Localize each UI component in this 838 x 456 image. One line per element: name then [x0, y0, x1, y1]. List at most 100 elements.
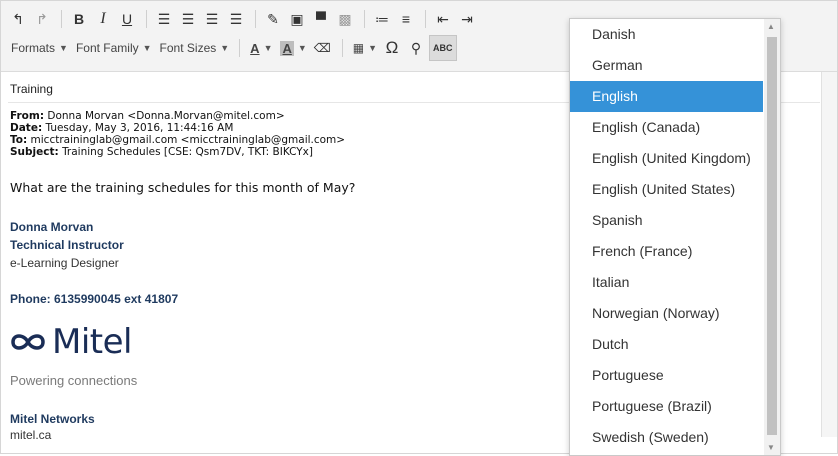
language-option[interactable]: Italian — [570, 267, 763, 298]
font-sizes-label: Font Sizes — [159, 41, 217, 55]
bold-button[interactable]: B — [68, 6, 90, 32]
redo-button[interactable]: ↱ — [31, 6, 53, 32]
eraser-icon: ⌫ — [313, 41, 331, 55]
clear-formatting-button[interactable]: ⌫ — [311, 35, 334, 61]
align-left-button[interactable]: ☰ — [153, 6, 175, 32]
table-icon: ▦ — [352, 41, 365, 55]
spellcheck-button[interactable]: ABC — [429, 35, 457, 61]
language-option[interactable]: Portuguese (Brazil) — [570, 391, 763, 422]
formats-dropdown[interactable]: Formats ▼ — [7, 36, 72, 60]
font-sizes-dropdown[interactable]: Font Sizes ▼ — [156, 36, 234, 60]
undo-button[interactable]: ↰ — [7, 6, 29, 32]
align-right-button[interactable]: ☰ — [201, 6, 223, 32]
language-list: Danish German English English (Canada) Engli… — [570, 19, 763, 455]
chevron-down-icon: ▼ — [220, 43, 230, 53]
subject-value: Training Schedules [CSE: Qsm7DV, TKT: BI… — [62, 146, 313, 158]
omega-icon: Ω — [385, 38, 399, 57]
signature-website: mitel.ca — [10, 428, 52, 442]
toolbar-separator — [364, 10, 365, 28]
language-menu-scrollbar[interactable]: ▲ ▼ — [764, 19, 780, 455]
underline-button[interactable]: U — [116, 6, 138, 32]
mitel-logo: Mitel — [10, 322, 132, 362]
bullet-list-icon: ≔ — [375, 10, 389, 27]
from-label: From: — [10, 110, 45, 122]
language-option[interactable]: Danish — [570, 19, 763, 50]
content-scrollbar[interactable] — [821, 72, 837, 437]
align-right-icon: ☰ — [205, 10, 219, 27]
language-option[interactable]: English (Canada) — [570, 112, 763, 143]
italic-button[interactable]: I — [92, 6, 114, 32]
toolbar-separator — [255, 10, 256, 28]
mitel-logo-icon — [11, 334, 45, 350]
formats-label: Formats — [11, 41, 56, 55]
language-option[interactable]: English — [570, 81, 763, 112]
subject-label: Subject: — [10, 146, 59, 158]
chevron-down-icon: ▼ — [297, 43, 307, 53]
chevron-down-icon: ▼ — [59, 43, 68, 53]
underline-icon: U — [121, 11, 133, 27]
language-option[interactable]: Dutch — [570, 329, 763, 360]
align-center-button[interactable]: ☰ — [177, 6, 199, 32]
align-justify-button[interactable]: ☰ — [225, 6, 247, 32]
font-family-label: Font Family — [75, 41, 139, 55]
logo-wordmark: Mitel — [52, 322, 132, 362]
image-button[interactable]: ▣ — [286, 6, 308, 32]
text-color-button[interactable]: A ▼ — [246, 36, 276, 60]
table-dropdown[interactable]: ▦ ▼ — [349, 36, 381, 60]
find-replace-button[interactable]: ⚲ — [405, 35, 427, 61]
special-character-button[interactable]: Ω — [381, 35, 403, 61]
text-color-icon: A — [250, 40, 260, 56]
language-option[interactable]: English (United Kingdom) — [570, 143, 763, 174]
numbered-list-icon: ≡ — [401, 11, 411, 27]
language-option[interactable]: French (France) — [570, 236, 763, 267]
indent-icon: ⇥ — [461, 10, 473, 27]
toolbar-row-2: Formats ▼ Font Family ▼ Font Sizes ▼ A ▼ A ▼ … — [7, 34, 459, 62]
to-label: To: — [10, 134, 28, 146]
align-center-icon: ☰ — [181, 10, 195, 27]
language-option[interactable]: Swedish (Sweden) — [570, 422, 763, 453]
link-button[interactable]: ✎ — [262, 6, 284, 32]
signature-phone: Phone: 6135990045 ext 41807 — [10, 292, 179, 306]
italic-icon: I — [100, 10, 106, 27]
scroll-up-icon[interactable]: ▲ — [767, 22, 775, 31]
language-option[interactable]: German — [570, 50, 763, 81]
numbered-list-button[interactable]: ≡ — [395, 6, 417, 32]
redo-icon: ↱ — [36, 10, 48, 27]
language-option[interactable]: Portuguese — [570, 360, 763, 391]
signature-title: Technical Instructor — [10, 238, 124, 252]
from-value: Donna Morvan <Donna.Morvan@mitel.com> — [47, 110, 285, 122]
outdent-button[interactable]: ⇤ — [432, 6, 454, 32]
signature-company: Mitel Networks — [10, 412, 95, 426]
date-line: Date: Tuesday, May 3, 2016, 11:44:16 AM — [10, 122, 345, 134]
toolbar-separator — [341, 39, 343, 57]
language-option[interactable]: Spanish — [570, 205, 763, 236]
email-body-question: What are the training schedules for this… — [10, 180, 356, 195]
toolbar-separator — [425, 10, 426, 28]
undo-icon: ↰ — [12, 10, 24, 27]
bold-icon: B — [73, 11, 85, 27]
insert-template-button[interactable]: ▩ — [334, 6, 356, 32]
background-color-icon: A — [280, 40, 294, 56]
toolbar-separator — [61, 10, 62, 28]
media-button[interactable]: ▀ — [310, 6, 332, 32]
scrollbar-thumb[interactable] — [767, 37, 777, 435]
toolbar-separator — [239, 39, 241, 57]
subject-header-line: Subject: Training Schedules [CSE: Qsm7DV… — [10, 146, 345, 158]
indent-button[interactable]: ⇥ — [456, 6, 478, 32]
from-line: From: Donna Morvan <Donna.Morvan@mitel.c… — [10, 110, 345, 122]
chevron-down-icon: ▼ — [263, 43, 273, 53]
toolbar-row-1: ↰ ↱ B I U ☰ ☰ ☰ ☰ ✎ ▣ ▀ ▩ ≔ ≡ ⇤ ⇥ — [7, 5, 480, 33]
bullet-list-button[interactable]: ≔ — [371, 6, 393, 32]
binoculars-icon: ⚲ — [410, 39, 422, 56]
spellcheck-language-menu: Danish German English English (Canada) Engli… — [569, 18, 781, 456]
background-color-button[interactable]: A ▼ — [276, 36, 310, 60]
font-family-dropdown[interactable]: Font Family ▼ — [72, 36, 156, 60]
language-option[interactable]: English (United States) — [570, 174, 763, 205]
align-left-icon: ☰ — [157, 10, 171, 27]
date-value: Tuesday, May 3, 2016, 11:44:16 AM — [45, 122, 234, 134]
media-icon: ▀ — [316, 11, 326, 27]
to-line: To: micctraininglab@gmail.com <micctrain… — [10, 134, 345, 146]
language-option[interactable]: Norwegian (Norway) — [570, 298, 763, 329]
scroll-down-icon[interactable]: ▼ — [767, 443, 775, 452]
toolbar-separator — [146, 10, 147, 28]
